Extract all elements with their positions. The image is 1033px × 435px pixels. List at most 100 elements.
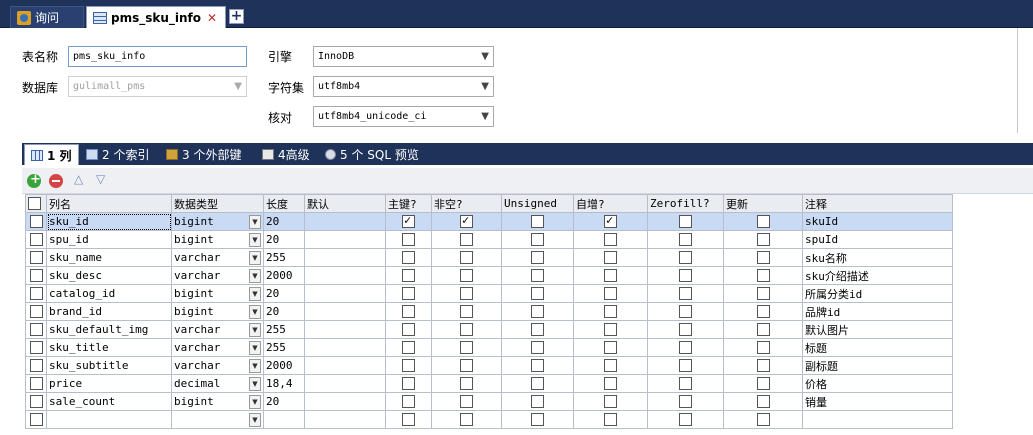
notnull-cell[interactable] <box>431 410 502 429</box>
update-checkbox[interactable] <box>756 413 770 427</box>
update-cell[interactable] <box>723 248 803 267</box>
col-header-name[interactable]: 列名 <box>46 194 172 213</box>
notnull-cell[interactable] <box>431 248 502 267</box>
row-select-checkbox[interactable] <box>29 323 43 337</box>
row-select-checkbox[interactable] <box>29 395 43 409</box>
data-type-select[interactable]: varchar ▼ <box>174 268 261 283</box>
update-cell[interactable] <box>723 338 803 357</box>
default-cell[interactable] <box>304 230 386 249</box>
default-cell[interactable] <box>304 212 386 231</box>
notnull-cell[interactable] <box>431 302 502 321</box>
pk-checkbox[interactable] <box>402 233 415 247</box>
autoinc-checkbox[interactable] <box>604 214 617 229</box>
update-checkbox[interactable] <box>756 395 770 409</box>
zerofill-cell[interactable] <box>647 356 724 375</box>
data-type-cell[interactable]: bigint ▼ <box>171 392 264 411</box>
autoinc-cell[interactable] <box>573 284 648 303</box>
comment-cell[interactable]: skuId <box>802 212 953 231</box>
zerofill-checkbox[interactable] <box>679 305 692 319</box>
column-name-cell[interactable]: brand_id <box>46 302 172 321</box>
comment-cell[interactable]: 销量 <box>802 392 953 411</box>
length-cell[interactable]: 255 <box>263 320 305 339</box>
row-select-cell[interactable] <box>25 374 47 393</box>
autoinc-cell[interactable] <box>573 410 648 429</box>
tab-query[interactable]: 询问 <box>10 6 84 28</box>
autoinc-cell[interactable] <box>573 356 648 375</box>
pk-checkbox[interactable] <box>402 395 415 409</box>
table-row[interactable]: sku_name varchar ▼ 255 sku名称 <box>25 248 953 267</box>
data-type-select[interactable]: bigint ▼ <box>174 394 261 409</box>
chevron-down-icon[interactable]: ▼ <box>249 412 261 427</box>
tab-foreign-keys[interactable]: 3 个外部键 <box>160 144 247 165</box>
data-type-cell[interactable]: ▼ <box>171 410 264 429</box>
pk-cell[interactable] <box>385 284 432 303</box>
comment-cell[interactable]: 副标题 <box>802 356 953 375</box>
move-up-icon[interactable]: △ <box>74 172 83 186</box>
comment-cell[interactable]: sku名称 <box>802 248 953 267</box>
notnull-cell[interactable] <box>431 212 502 231</box>
update-cell[interactable] <box>723 284 803 303</box>
col-header-length[interactable]: 长度 <box>263 194 305 213</box>
zerofill-checkbox[interactable] <box>679 251 692 265</box>
update-cell[interactable] <box>723 392 803 411</box>
column-name-cell[interactable]: price <box>46 374 172 393</box>
notnull-checkbox[interactable] <box>460 233 473 247</box>
row-select-cell[interactable] <box>25 338 47 357</box>
unsigned-checkbox[interactable] <box>531 305 544 319</box>
unsigned-checkbox[interactable] <box>531 251 544 265</box>
tab-indexes[interactable]: 2 个索引 <box>80 144 155 165</box>
row-select-cell[interactable] <box>25 230 47 249</box>
notnull-cell[interactable] <box>431 392 502 411</box>
unsigned-cell[interactable] <box>501 248 574 267</box>
update-checkbox[interactable] <box>756 287 770 301</box>
notnull-cell[interactable] <box>431 356 502 375</box>
zerofill-cell[interactable] <box>647 230 724 249</box>
data-type-select[interactable]: varchar ▼ <box>174 340 261 355</box>
chevron-down-icon[interactable]: ▼ <box>249 322 261 337</box>
data-type-cell[interactable]: varchar ▼ <box>171 338 264 357</box>
autoinc-cell[interactable] <box>573 212 648 231</box>
length-cell[interactable]: 18,4 <box>263 374 305 393</box>
pk-cell[interactable] <box>385 338 432 357</box>
column-name-cell[interactable]: sku_desc <box>46 266 172 285</box>
column-name-cell[interactable]: spu_id <box>46 230 172 249</box>
data-type-cell[interactable]: varchar ▼ <box>171 248 264 267</box>
update-checkbox[interactable] <box>756 341 770 355</box>
notnull-cell[interactable] <box>431 284 502 303</box>
autoinc-cell[interactable] <box>573 320 648 339</box>
unsigned-cell[interactable] <box>501 284 574 303</box>
pk-cell[interactable] <box>385 212 432 231</box>
update-checkbox[interactable] <box>756 305 770 319</box>
col-header-type[interactable]: 数据类型 <box>171 194 264 213</box>
data-type-cell[interactable]: decimal ▼ <box>171 374 264 393</box>
engine-select[interactable]: InnoDB ▼ <box>313 46 494 67</box>
notnull-checkbox[interactable] <box>460 269 473 283</box>
move-down-icon[interactable]: ▽ <box>96 172 105 186</box>
autoinc-cell[interactable] <box>573 392 648 411</box>
close-icon[interactable]: ✕ <box>207 11 217 25</box>
unsigned-cell[interactable] <box>501 374 574 393</box>
update-cell[interactable] <box>723 302 803 321</box>
zerofill-cell[interactable] <box>647 302 724 321</box>
data-type-select[interactable]: bigint ▼ <box>174 214 261 229</box>
pk-checkbox[interactable] <box>402 269 415 283</box>
notnull-cell[interactable] <box>431 320 502 339</box>
comment-cell[interactable]: 价格 <box>802 374 953 393</box>
data-type-cell[interactable]: bigint ▼ <box>171 212 264 231</box>
unsigned-checkbox[interactable] <box>531 215 544 229</box>
row-select-cell[interactable] <box>25 320 47 339</box>
data-type-cell[interactable]: bigint ▼ <box>171 230 264 249</box>
column-name-cell[interactable]: sku_subtitle <box>46 356 172 375</box>
chevron-down-icon[interactable]: ▼ <box>249 358 261 373</box>
zerofill-cell[interactable] <box>647 410 724 429</box>
unsigned-cell[interactable] <box>501 230 574 249</box>
default-cell[interactable] <box>304 248 386 267</box>
data-type-select[interactable]: ▼ <box>174 412 261 427</box>
zerofill-cell[interactable] <box>647 212 724 231</box>
row-select-cell[interactable] <box>25 410 47 429</box>
notnull-checkbox[interactable] <box>460 341 473 355</box>
table-row[interactable]: ▼ <box>25 410 953 429</box>
update-checkbox[interactable] <box>756 251 770 265</box>
pk-cell[interactable] <box>385 302 432 321</box>
default-cell[interactable] <box>304 392 386 411</box>
